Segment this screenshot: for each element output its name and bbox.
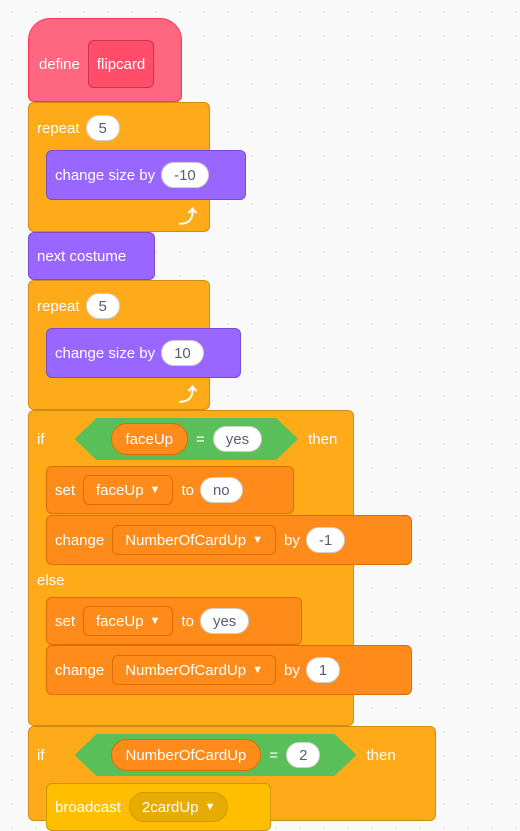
set-variable-block[interactable]: set faceUp ▼ to no xyxy=(46,466,294,514)
if-label: if xyxy=(37,746,45,764)
then-label: then xyxy=(308,430,338,448)
to-label: to xyxy=(181,481,194,499)
loop-arrow-icon: ⤴ xyxy=(179,207,197,227)
else-label: else xyxy=(37,572,65,589)
dropdown-arrow-icon: ▼ xyxy=(252,534,263,546)
equals-operator[interactable]: NumberOfCardUp = 2 xyxy=(75,734,357,776)
define-block[interactable]: define flipcard xyxy=(28,18,182,102)
by-label: by xyxy=(283,531,300,549)
change-size-block[interactable]: change size by 10 xyxy=(46,328,241,378)
numberofcardup-reporter[interactable]: NumberOfCardUp xyxy=(111,739,262,771)
by-label: by xyxy=(283,661,300,679)
equals-sign: = xyxy=(196,430,205,448)
next-costume-label: next costume xyxy=(37,247,127,265)
equals-sign: = xyxy=(269,746,279,764)
compare-value-input[interactable]: 2 xyxy=(286,742,320,768)
broadcast-block[interactable]: broadcast 2cardUp ▼ xyxy=(46,783,271,831)
change-label: change xyxy=(55,531,105,549)
repeat-count-input[interactable]: 5 xyxy=(85,293,120,319)
value-input[interactable]: no xyxy=(199,477,243,503)
set-label: set xyxy=(55,612,76,630)
equals-operator[interactable]: faceUp = yes xyxy=(75,418,299,460)
dropdown-arrow-icon: ▼ xyxy=(149,484,161,496)
variable-name: faceUp xyxy=(96,481,144,499)
change-size-label: change size by xyxy=(55,344,156,362)
change-variable-block[interactable]: change NumberOfCardUp ▼ by 1 xyxy=(46,645,412,695)
then-label: then xyxy=(366,746,396,764)
next-costume-block[interactable]: next costume xyxy=(28,232,155,280)
broadcast-label: broadcast xyxy=(55,798,121,816)
variable-name: NumberOfCardUp xyxy=(125,531,247,549)
value-input[interactable]: 1 xyxy=(305,657,341,683)
define-label: define xyxy=(39,55,80,73)
set-label: set xyxy=(55,481,76,499)
value-input[interactable]: yes xyxy=(199,608,250,634)
size-input[interactable]: 10 xyxy=(161,340,204,366)
change-size-block[interactable]: change size by -10 xyxy=(46,150,246,200)
value-input[interactable]: -1 xyxy=(305,527,346,553)
variable-dropdown[interactable]: faceUp ▼ xyxy=(83,606,174,636)
variable-dropdown[interactable]: faceUp ▼ xyxy=(83,475,174,505)
dropdown-arrow-icon: ▼ xyxy=(149,615,161,627)
compare-value-input[interactable]: yes xyxy=(213,426,262,452)
to-label: to xyxy=(181,612,194,630)
message-name: 2cardUp xyxy=(141,798,199,816)
repeat-label: repeat xyxy=(37,119,80,137)
change-label: change xyxy=(55,661,105,679)
repeat-label: repeat xyxy=(37,297,80,315)
change-variable-block[interactable]: change NumberOfCardUp ▼ by -1 xyxy=(46,515,412,565)
custom-block-name[interactable]: flipcard xyxy=(87,40,155,88)
loop-arrow-icon: ⤴ xyxy=(179,385,197,405)
faceup-reporter[interactable]: faceUp xyxy=(111,423,189,455)
message-dropdown[interactable]: 2cardUp ▼ xyxy=(128,792,229,822)
variable-dropdown[interactable]: NumberOfCardUp ▼ xyxy=(112,525,276,555)
size-input[interactable]: -10 xyxy=(161,162,209,188)
change-size-label: change size by xyxy=(55,166,156,184)
repeat-count-input[interactable]: 5 xyxy=(85,115,120,141)
variable-dropdown[interactable]: NumberOfCardUp ▼ xyxy=(112,655,276,685)
if-label: if xyxy=(37,430,45,448)
set-variable-block[interactable]: set faceUp ▼ to yes xyxy=(46,597,302,645)
dropdown-arrow-icon: ▼ xyxy=(204,801,216,813)
custom-block-label: flipcard xyxy=(96,55,146,73)
dropdown-arrow-icon: ▼ xyxy=(252,664,263,676)
variable-name: NumberOfCardUp xyxy=(125,661,247,679)
variable-name: faceUp xyxy=(96,612,144,630)
